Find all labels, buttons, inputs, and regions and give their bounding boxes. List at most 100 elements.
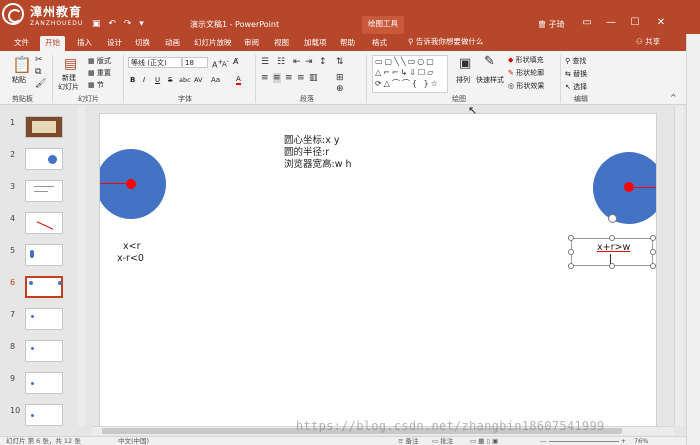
resize-handle[interactable] bbox=[650, 235, 656, 241]
copy-icon[interactable]: ⧉ bbox=[35, 67, 41, 77]
redo-icon[interactable]: ↷ bbox=[124, 19, 132, 29]
reset-button[interactable]: ▦ 重置 bbox=[88, 68, 111, 78]
resize-handle[interactable] bbox=[650, 249, 656, 255]
tab-view[interactable]: 视图 bbox=[274, 36, 289, 51]
align-left-icon[interactable]: ≡ bbox=[261, 73, 269, 83]
underline-button[interactable]: U bbox=[155, 76, 160, 84]
share-button[interactable]: ⚇ 共享 bbox=[636, 36, 660, 47]
window-scrollbar[interactable] bbox=[686, 34, 700, 445]
shapes-gallery[interactable]: ▭▢╲╲▭○▢ △⌐⌐↳⇩☐▱ ⟳△⌒⌒{ }☆ bbox=[372, 55, 448, 93]
strikethrough-button[interactable]: S bbox=[168, 76, 172, 84]
tab-design[interactable]: 设计 bbox=[107, 36, 122, 51]
change-case-button[interactable]: Aa bbox=[211, 76, 220, 84]
slide-vertical-scrollbar[interactable] bbox=[674, 106, 684, 426]
shape-fill-button[interactable]: ◆ 形状填充 bbox=[508, 55, 544, 65]
columns-icon[interactable]: ▥ bbox=[309, 73, 318, 83]
close-button[interactable]: ✕ bbox=[650, 17, 672, 31]
paste-button[interactable]: 粘贴 bbox=[12, 75, 26, 85]
resize-handle[interactable] bbox=[568, 249, 574, 255]
thumbnail-slide-4[interactable]: 4 bbox=[0, 212, 84, 236]
rotate-handle[interactable] bbox=[608, 214, 617, 223]
cut-icon[interactable]: ✂ bbox=[35, 55, 43, 65]
quick-styles-button[interactable]: 快速样式 bbox=[476, 75, 504, 85]
layout-button[interactable]: ▦ 版式 bbox=[88, 56, 111, 66]
tab-format[interactable]: 格式 bbox=[372, 36, 387, 51]
slide-sorter-icon[interactable]: ▦ bbox=[478, 437, 484, 445]
thumbnail-slide-7[interactable]: 7 bbox=[0, 308, 84, 332]
maximize-button[interactable]: ☐ bbox=[624, 17, 646, 31]
slide-canvas[interactable]: 圆心坐标:x y 圆的半径:r 浏览器宽高:w h x<r x-r<0 x+r>… bbox=[100, 114, 656, 426]
format-painter-icon[interactable]: 🖌 bbox=[35, 79, 46, 89]
tab-help[interactable]: 帮助 bbox=[340, 36, 355, 51]
new-slide-button-line2[interactable]: 幻灯片 bbox=[58, 82, 79, 92]
tab-addins[interactable]: 加载项 bbox=[304, 36, 327, 51]
thumbnail-slide-8[interactable]: 8 bbox=[0, 340, 84, 364]
tab-insert[interactable]: 插入 bbox=[77, 36, 92, 51]
thumbnail-scrollbar[interactable] bbox=[78, 106, 85, 426]
collapse-ribbon-icon[interactable]: ^ bbox=[670, 93, 677, 103]
align-right-icon[interactable]: ≡ bbox=[285, 73, 293, 83]
smartart-icon[interactable]: ⊕ bbox=[336, 84, 344, 94]
resize-handle[interactable] bbox=[568, 263, 574, 269]
arrange-button[interactable]: 排列 bbox=[456, 75, 470, 85]
bold-button[interactable]: B bbox=[130, 76, 135, 84]
notes-button[interactable]: ≡ 备注 bbox=[398, 437, 419, 445]
view-buttons[interactable]: ▭ ▦ ▯ ▣ bbox=[470, 437, 498, 445]
zoom-level[interactable]: 76% bbox=[634, 437, 648, 445]
ribbon-display-options-button[interactable]: ▭ bbox=[576, 17, 598, 31]
quick-styles-icon[interactable]: ✎ bbox=[484, 55, 495, 68]
tell-me-search[interactable]: ⚲ 告诉我你想要做什么 bbox=[408, 36, 483, 47]
user-name[interactable]: 曹 子琦 bbox=[538, 19, 565, 30]
tab-slideshow[interactable]: 幻灯片放映 bbox=[194, 36, 232, 51]
bullets-icon[interactable]: ☰ bbox=[261, 57, 269, 67]
clear-format-icon[interactable]: A̸ bbox=[233, 57, 238, 67]
align-center-icon[interactable]: ≡ bbox=[273, 73, 281, 83]
shape-outline-button[interactable]: ✎ 形状轮廓 bbox=[508, 68, 544, 78]
thumbnail-slide-3[interactable]: 3 bbox=[0, 180, 84, 204]
shadow-button[interactable]: abc bbox=[179, 76, 191, 84]
comments-button[interactable]: ▭ 批注 bbox=[432, 437, 453, 445]
slideshow-icon[interactable]: ▣ bbox=[492, 437, 498, 445]
thumbnail-slide-2[interactable]: 2 bbox=[0, 148, 84, 172]
justify-icon[interactable]: ≡ bbox=[297, 73, 305, 83]
select-button[interactable]: ↖ 选择 bbox=[565, 82, 587, 92]
thumbnail-slide-1[interactable]: 1 bbox=[0, 116, 84, 140]
tab-review[interactable]: 审阅 bbox=[244, 36, 259, 51]
resize-handle[interactable] bbox=[609, 235, 615, 241]
minimize-button[interactable]: — bbox=[600, 17, 622, 31]
find-button[interactable]: ⚲ 查找 bbox=[565, 56, 586, 66]
numbering-icon[interactable]: ☷ bbox=[277, 57, 285, 67]
decrease-font-icon[interactable]: A- bbox=[222, 57, 229, 69]
tab-home[interactable]: 开始 bbox=[40, 36, 65, 51]
char-spacing-button[interactable]: AV bbox=[194, 76, 202, 84]
text-direction-icon[interactable]: ⇅ bbox=[336, 57, 344, 67]
thumbnail-slide-6[interactable]: 6 bbox=[0, 276, 84, 300]
save-icon[interactable]: ▣ bbox=[92, 19, 101, 29]
section-button[interactable]: ▦ 节 bbox=[88, 80, 104, 90]
shape-effects-button[interactable]: ◎ 形状效果 bbox=[508, 81, 544, 91]
line-spacing-icon[interactable]: ↕ bbox=[319, 57, 327, 67]
font-name-select[interactable]: 等线 (正文) bbox=[128, 57, 182, 68]
thumbnail-slide-5[interactable]: 5 bbox=[0, 244, 84, 268]
replace-button[interactable]: ⇆ 替换 bbox=[565, 69, 587, 79]
left-condition-2[interactable]: x-r<0 bbox=[117, 253, 144, 264]
italic-button[interactable]: I bbox=[143, 76, 145, 84]
left-condition-1[interactable]: x<r bbox=[123, 241, 141, 252]
increase-indent-icon[interactable]: ⇥ bbox=[305, 57, 313, 67]
tab-animations[interactable]: 动画 bbox=[165, 36, 180, 51]
align-text-icon[interactable]: ⊞ bbox=[336, 73, 344, 83]
font-color-button[interactable]: A bbox=[236, 75, 241, 85]
decrease-indent-icon[interactable]: ⇤ bbox=[293, 57, 301, 67]
slide-text-browser-size[interactable]: 浏览器宽高:w h bbox=[284, 156, 352, 170]
right-condition[interactable]: x+r>w bbox=[597, 242, 630, 253]
paste-icon[interactable]: 📋 bbox=[12, 57, 32, 73]
thumbnail-slide-10[interactable]: 10 bbox=[0, 404, 84, 428]
tab-transitions[interactable]: 切换 bbox=[135, 36, 150, 51]
thumbnail-slide-9[interactable]: 9 bbox=[0, 372, 84, 396]
resize-handle[interactable] bbox=[568, 235, 574, 241]
resize-handle[interactable] bbox=[650, 263, 656, 269]
customize-qat-icon[interactable]: ▾ bbox=[139, 19, 144, 29]
zoom-slider[interactable]: — + bbox=[540, 437, 626, 445]
tab-file[interactable]: 文件 bbox=[14, 36, 29, 51]
normal-view-icon[interactable]: ▭ bbox=[470, 437, 476, 445]
